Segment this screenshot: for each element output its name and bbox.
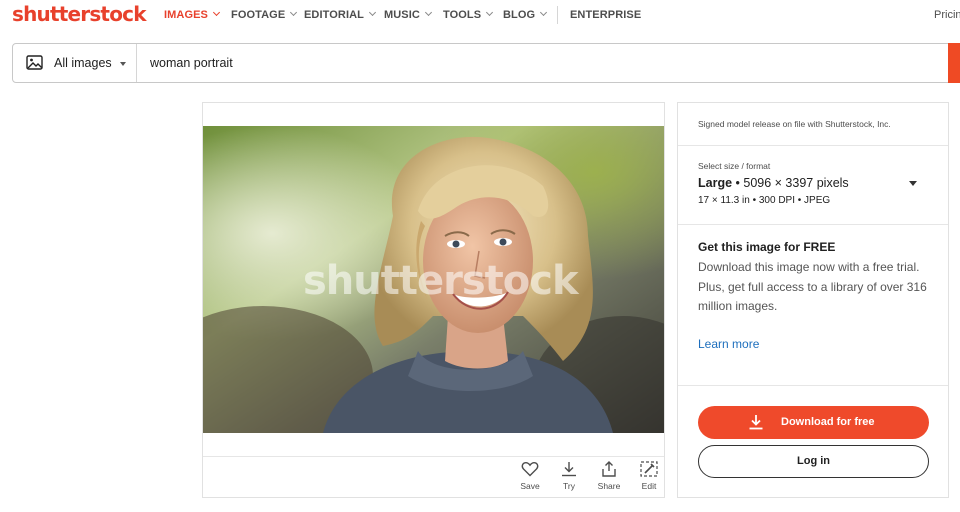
chevron-down-icon [540, 8, 548, 17]
size-format-label: Select size / format [698, 161, 771, 171]
image-actions: Save Try Share Edit [507, 461, 667, 497]
purchase-panel: Signed model release on file with Shutte… [677, 102, 949, 498]
free-offer-body: Download this image now with a free tria… [698, 260, 927, 313]
nav-blog-label: BLOG [503, 9, 536, 21]
save-button[interactable]: Save [510, 461, 550, 491]
learn-more-link[interactable]: Learn more [698, 337, 759, 351]
nav-music-label: MUSIC [384, 9, 420, 21]
preview-photo[interactable]: shutterstock [203, 126, 664, 433]
nav-footage[interactable]: FOOTAGE [231, 8, 298, 21]
nav-images-label: IMAGES [164, 9, 208, 21]
caret-down-icon[interactable] [909, 181, 917, 186]
login-button[interactable]: Log in [698, 445, 929, 478]
chevron-down-icon [424, 8, 432, 17]
nav-editorial[interactable]: EDITORIAL [304, 8, 377, 21]
download-label: Download for free [781, 416, 875, 428]
nav-divider [557, 6, 558, 24]
nav-blog[interactable]: BLOG [503, 8, 548, 21]
free-offer-title: Get this image for FREE [698, 240, 836, 254]
size-format-select[interactable]: Large • 5096 × 3397 pixels [698, 176, 849, 190]
image-type-dropdown[interactable]: All images [13, 44, 137, 82]
search-button[interactable] [948, 43, 960, 83]
image-preview-card: shutterstock Save Try Share Edit [202, 102, 665, 498]
nav-editorial-label: EDITORIAL [304, 9, 364, 21]
try-label: Try [563, 481, 575, 491]
model-release-note: Signed model release on file with Shutte… [698, 119, 891, 129]
save-label: Save [520, 481, 540, 491]
share-label: Share [597, 481, 621, 491]
nav-tools[interactable]: TOOLS [443, 8, 494, 21]
image-type-label: All images [54, 56, 112, 70]
chevron-down-icon [290, 8, 298, 17]
chevron-down-icon [486, 8, 494, 17]
panel-divider [678, 385, 948, 386]
search-bar: All images [12, 43, 960, 83]
size-pixels: • 5096 × 3397 pixels [735, 176, 849, 190]
nav-tools-label: TOOLS [443, 9, 482, 21]
image-icon [26, 55, 43, 75]
watermark-text: shutterstock [303, 258, 580, 304]
shutterstock-logo[interactable]: shutterstock [12, 2, 147, 26]
chevron-down-icon [368, 8, 377, 17]
edit-icon [629, 461, 669, 477]
chevron-down-icon [212, 8, 221, 17]
search-input[interactable] [150, 45, 930, 81]
nav-footage-label: FOOTAGE [231, 9, 286, 21]
heart-icon [510, 461, 550, 477]
download-icon [549, 461, 589, 477]
card-divider [203, 456, 664, 457]
download-icon [748, 414, 764, 433]
size-details: 17 × 11.3 in • 300 DPI • JPEG [698, 195, 831, 206]
size-name: Large [698, 176, 733, 190]
share-icon [589, 461, 629, 477]
nav-enterprise[interactable]: ENTERPRISE [570, 9, 641, 21]
top-nav: shutterstock IMAGES FOOTAGE EDITORIAL MU… [0, 0, 960, 32]
nav-music[interactable]: MUSIC [384, 8, 432, 21]
download-for-free-button[interactable]: Download for free [698, 406, 929, 439]
caret-down-icon [120, 62, 126, 66]
panel-divider [678, 224, 948, 225]
try-button[interactable]: Try [549, 461, 589, 491]
panel-divider [678, 145, 948, 146]
edit-button[interactable]: Edit [629, 461, 669, 491]
nav-images[interactable]: IMAGES [164, 8, 221, 21]
nav-pricing[interactable]: Pricin [934, 9, 960, 21]
edit-label: Edit [641, 481, 657, 491]
share-button[interactable]: Share [589, 461, 629, 491]
